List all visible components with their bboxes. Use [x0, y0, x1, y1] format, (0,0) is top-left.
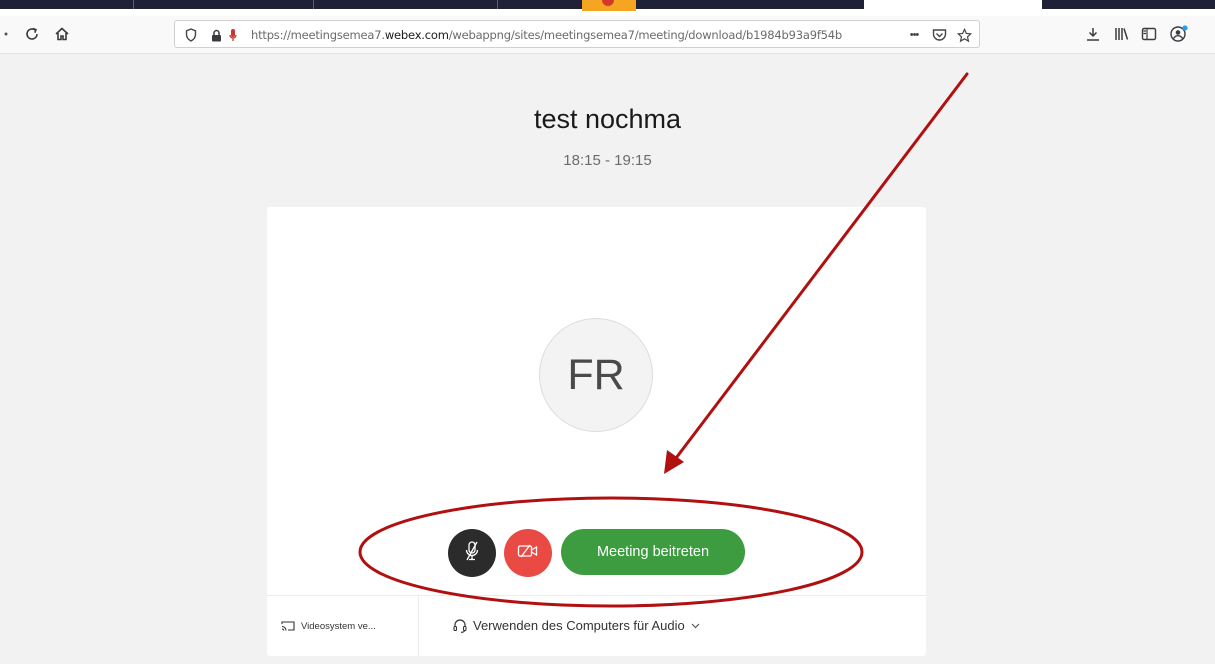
microphone-icon[interactable]	[227, 26, 239, 44]
stop-video-button[interactable]	[504, 529, 552, 577]
headset-icon	[453, 618, 467, 633]
tab-strip	[0, 0, 1215, 16]
url-text[interactable]: https://meetingsemea7.webex.com/webappng…	[251, 28, 881, 42]
chevron-down-icon	[691, 621, 700, 631]
meeting-preview-card: FR Meeting beitreten Videosystem ve... V…	[267, 207, 926, 657]
reload-icon[interactable]	[22, 24, 42, 44]
video-off-icon	[517, 543, 539, 564]
back-icon[interactable]	[2, 24, 10, 44]
url-prefix: https://meetingsemea7.	[251, 28, 385, 42]
card-footer: Videosystem ve... Verwenden des Computer…	[267, 595, 926, 657]
cast-icon	[281, 620, 295, 632]
footer-divider	[418, 596, 419, 657]
sidebar-icon[interactable]	[1139, 24, 1159, 44]
page-actions-icon[interactable]: •••	[903, 26, 925, 44]
bookmark-star-icon[interactable]	[955, 26, 973, 44]
avatar: FR	[539, 318, 653, 432]
url-domain: webex.com	[384, 28, 449, 42]
home-icon[interactable]	[52, 24, 72, 44]
meeting-time: 18:15 - 19:15	[563, 152, 652, 169]
url-bar[interactable]: https://meetingsemea7.webex.com/webappng…	[174, 20, 980, 48]
download-icon[interactable]	[1083, 24, 1103, 44]
pocket-icon[interactable]	[930, 26, 948, 44]
url-path: /webappng/sites/meetingsemea7/meeting/do…	[448, 28, 843, 42]
account-icon[interactable]	[1168, 24, 1190, 44]
video-system-button[interactable]: Videosystem ve...	[281, 620, 376, 632]
shield-icon[interactable]	[183, 26, 199, 44]
audio-option-label: Verwenden des Computers für Audio	[473, 618, 685, 633]
meeting-title: test nochma	[533, 104, 682, 134]
browser-toolbar: https://meetingsemea7.webex.com/webappng…	[0, 16, 1215, 54]
lock-icon[interactable]	[209, 26, 223, 44]
muted-microphone-icon	[463, 540, 481, 567]
mute-button[interactable]	[448, 529, 496, 577]
join-meeting-button[interactable]: Meeting beitreten	[561, 529, 745, 575]
video-system-label: Videosystem ve...	[301, 620, 376, 632]
library-icon[interactable]	[1111, 24, 1131, 44]
audio-option-dropdown[interactable]: Verwenden des Computers für Audio	[453, 618, 700, 633]
